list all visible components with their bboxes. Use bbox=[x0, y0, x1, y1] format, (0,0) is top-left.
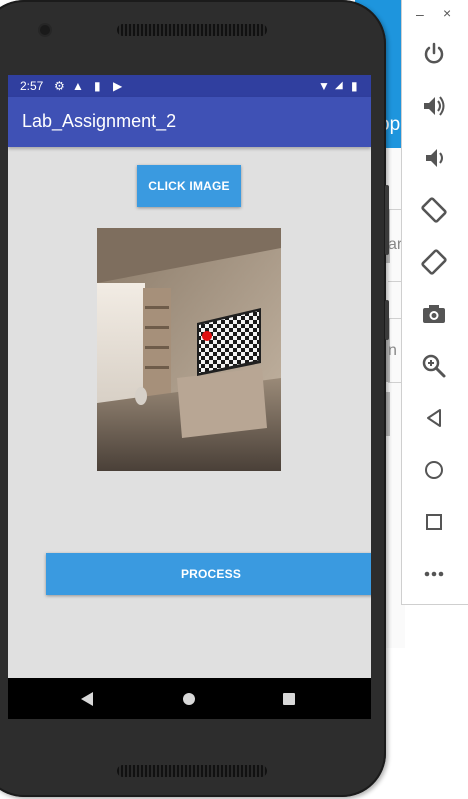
status-time: 2:57 bbox=[20, 79, 44, 93]
emulator-toolbar: – × bbox=[401, 0, 468, 605]
click-image-button[interactable]: CLICK IMAGE bbox=[137, 165, 241, 207]
zoom-icon[interactable] bbox=[420, 352, 448, 380]
top-speaker bbox=[117, 24, 267, 36]
app-bar: Lab_Assignment_2 bbox=[8, 97, 371, 147]
home-icon[interactable] bbox=[183, 693, 195, 705]
wifi-icon: ▼ bbox=[318, 79, 330, 93]
battery-icon: ▮ bbox=[351, 79, 358, 93]
power-side-button[interactable] bbox=[385, 300, 389, 340]
image-view bbox=[97, 228, 281, 471]
recent-apps-icon[interactable] bbox=[283, 693, 295, 705]
red-marker bbox=[202, 331, 212, 341]
home-icon[interactable] bbox=[420, 456, 448, 484]
navigation-bar bbox=[8, 678, 371, 719]
more-icon[interactable] bbox=[420, 560, 448, 588]
play-store-icon: ▶ bbox=[113, 79, 123, 93]
front-camera bbox=[40, 25, 50, 35]
drive-icon: ▲ bbox=[72, 79, 84, 93]
close-button[interactable]: × bbox=[443, 5, 451, 21]
process-button[interactable]: PROCESS bbox=[46, 553, 371, 595]
room-photo bbox=[97, 228, 281, 471]
signal-icon: ◢ bbox=[335, 80, 343, 91]
bottom-speaker bbox=[117, 765, 267, 777]
app-title: Lab_Assignment_2 bbox=[22, 111, 177, 131]
settings-icon: ⚙ bbox=[54, 79, 65, 93]
back-icon[interactable] bbox=[420, 404, 448, 432]
rotate-right-icon[interactable] bbox=[420, 248, 448, 276]
volume-side-button[interactable] bbox=[385, 185, 389, 255]
background-field-edge bbox=[386, 392, 390, 436]
sd-card-icon: ▮ bbox=[94, 79, 101, 93]
power-icon[interactable] bbox=[420, 40, 448, 68]
volume-up-icon[interactable] bbox=[420, 92, 448, 120]
camera-icon[interactable] bbox=[420, 300, 448, 328]
rotate-left-icon[interactable] bbox=[420, 196, 448, 224]
minimize-button[interactable]: – bbox=[416, 6, 424, 22]
volume-down-icon[interactable] bbox=[420, 144, 448, 172]
status-bar: 2:57 ⚙ ▲ ▮ ▶ ▼ ◢ ▮ bbox=[8, 75, 371, 97]
back-icon[interactable] bbox=[81, 692, 93, 706]
device-screen: 2:57 ⚙ ▲ ▮ ▶ ▼ ◢ ▮ Lab_Assignment_2 CLIC… bbox=[8, 75, 371, 719]
background-field-text: n bbox=[388, 342, 397, 359]
overview-icon[interactable] bbox=[420, 508, 448, 536]
